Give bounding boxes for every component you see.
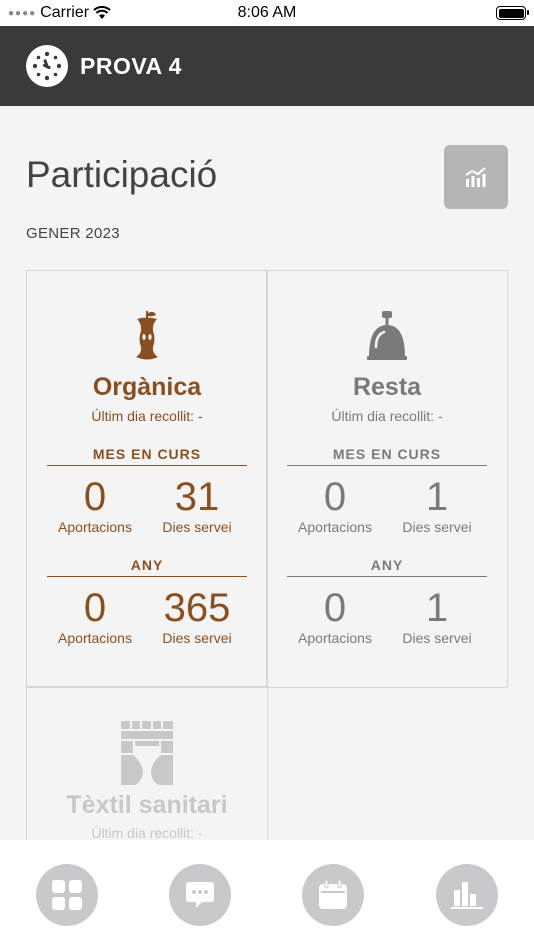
year-contributions: 0 (83, 586, 107, 630)
diaper-icon (27, 721, 267, 785)
month-heading: MES EN CURS (47, 446, 247, 466)
contributions-label: Aportacions (298, 519, 372, 535)
app-logo (26, 45, 68, 87)
trend-chart-icon (465, 167, 486, 187)
year-service-days: 1 (425, 586, 449, 630)
year-heading: ANY (287, 557, 487, 577)
month-service-days: 31 (174, 475, 220, 519)
last-collection: Últim dia recollit: - (331, 408, 443, 424)
contributions-label: Aportacions (58, 630, 132, 646)
year-contributions: 0 (323, 586, 347, 630)
bottom-nav (0, 840, 534, 950)
card-rest[interactable]: Resta Últim dia recollit: - MES EN CURS … (266, 270, 508, 688)
month-contributions: 0 (83, 475, 107, 519)
clock: 8:06 AM (237, 4, 297, 21)
chat-icon (186, 882, 214, 908)
grid-icon (52, 880, 82, 910)
page-title: Participació (26, 154, 218, 195)
nav-messages-button[interactable] (169, 864, 231, 926)
contributions-label: Aportacions (58, 519, 132, 535)
bar-chart-icon (451, 882, 483, 909)
month-service-days: 1 (425, 475, 449, 519)
apple-core-icon (27, 309, 267, 363)
calendar-icon (319, 880, 347, 909)
month-heading: MES EN CURS (287, 446, 487, 466)
year-service-days: 365 (163, 586, 231, 630)
card-organic[interactable]: Orgànica Últim dia recollit: - MES EN CU… (26, 270, 268, 688)
status-bar: ●●●● Carrier 8:06 AM (0, 0, 534, 26)
card-textile[interactable]: Tèxtil sanitari Últim dia recollit: - (26, 686, 268, 846)
nav-home-button[interactable] (36, 864, 98, 926)
nav-statistics-button[interactable] (436, 864, 498, 926)
card-name: Tèxtil sanitari (66, 791, 228, 819)
card-name: Resta (352, 373, 422, 401)
app-title: PROVA 4 (80, 53, 182, 79)
last-collection: Últim dia recollit: - (91, 825, 203, 841)
contributions-label: Aportacions (298, 630, 372, 646)
year-heading: ANY (47, 557, 247, 577)
app-header: PROVA 4 (0, 26, 534, 106)
card-name: Orgànica (92, 373, 202, 401)
statistics-button[interactable] (444, 145, 508, 209)
service-days-label: Dies servei (162, 519, 232, 535)
nav-calendar-button[interactable] (302, 864, 364, 926)
month-contributions: 0 (323, 475, 347, 519)
last-collection: Últim dia recollit: - (91, 408, 203, 424)
service-days-label: Dies servei (402, 519, 472, 535)
cloche-icon (267, 309, 507, 363)
battery-icon (496, 6, 529, 20)
period-label: GENER 2023 (26, 225, 120, 242)
service-days-label: Dies servei (402, 630, 472, 646)
service-days-label: Dies servei (162, 630, 232, 646)
